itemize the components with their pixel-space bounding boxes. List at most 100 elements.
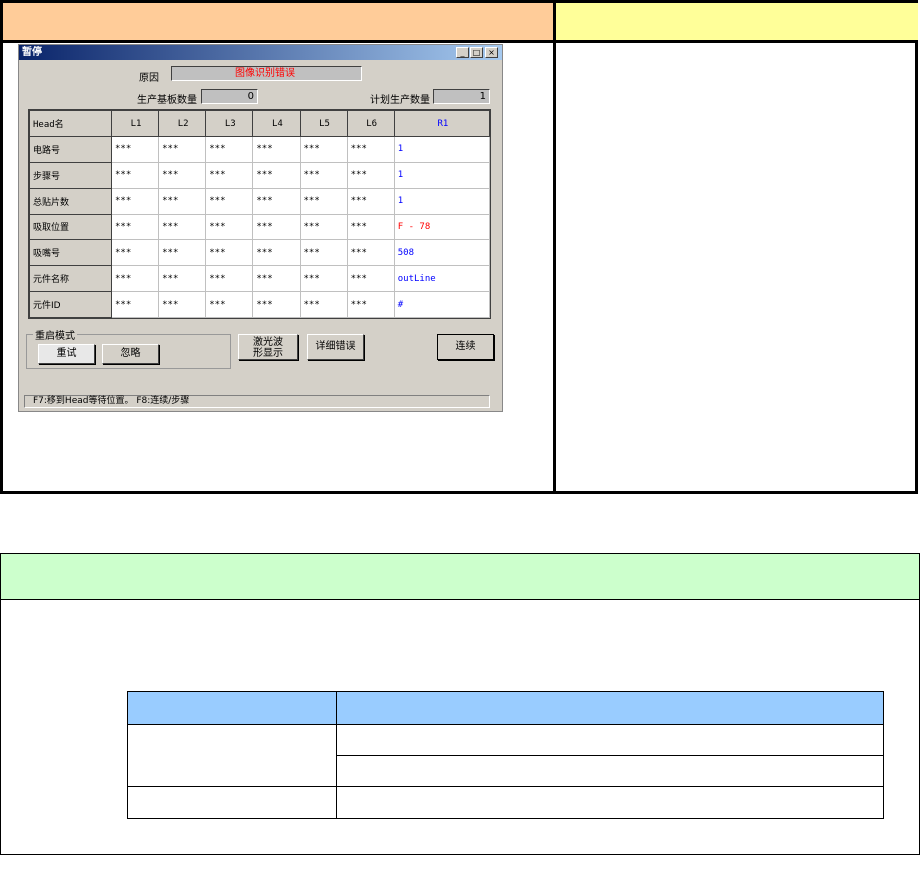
grid-cell: 1 (393, 161, 491, 189)
inner-cell (336, 786, 884, 819)
grid-cell: *** (110, 213, 160, 241)
grid-cell: *** (110, 291, 160, 318)
planned-field: 1 (433, 89, 490, 104)
row-label: 吸嘴号 (29, 239, 112, 267)
grid-cell: *** (110, 136, 160, 163)
grid-cell: *** (346, 161, 395, 189)
column-header: L4 (252, 110, 301, 137)
grid-cell: *** (158, 187, 207, 215)
grid-cell: *** (346, 213, 395, 241)
grid-cell: *** (205, 239, 254, 267)
grid-cell: *** (158, 291, 207, 318)
planned-label: 计划生产数量 (370, 95, 430, 106)
inner-cell (336, 724, 884, 756)
header-left (3, 3, 556, 43)
grid-cell: *** (158, 239, 207, 267)
grid-cell: *** (299, 161, 348, 189)
grid-cell: *** (252, 161, 301, 189)
inner-header-cell (127, 691, 337, 725)
grid-cell: 508 (393, 239, 491, 267)
inner-table (127, 691, 884, 819)
inner-cell (127, 786, 337, 819)
header-right (556, 3, 918, 43)
section-header (1, 554, 919, 600)
minimize-button[interactable]: _ (456, 47, 469, 58)
inner-cell (127, 724, 337, 787)
grid-cell: *** (205, 213, 254, 241)
status-bar: F7:移到Head等待位置。 F8:连续/步骤 (24, 395, 490, 408)
grid-cell: 1 (393, 136, 491, 163)
row-label: 元件ID (29, 291, 112, 318)
column-header: L5 (299, 110, 348, 137)
table-row: 元件ID *** *** *** *** *** *** # (29, 291, 491, 318)
table-row: 步骤号 *** *** *** *** *** *** 1 (29, 161, 491, 189)
grid-cell: outLine (393, 265, 491, 293)
maximize-button[interactable]: □ (470, 47, 483, 58)
grid-cell: *** (158, 213, 207, 241)
table-row: 吸嘴号 *** *** *** *** *** *** 508 (29, 239, 491, 267)
restart-mode-label: 重启模式 (33, 327, 77, 342)
column-header: L3 (205, 110, 254, 137)
table-row: 元件名称 *** *** *** *** *** *** outLine (29, 265, 491, 293)
grid-cell: *** (299, 291, 348, 318)
grid-cell: F - 78 (393, 213, 491, 241)
table-row: 电路号 *** *** *** *** *** *** 1 (29, 136, 491, 163)
inner-header-cell (336, 691, 884, 725)
pause-dialog: 暂停 _ □ × 原因 图像识别错误 生产基板数量 0 计划生产数量 1 Hea… (18, 44, 503, 412)
head-grid: Head名 L1 L2 L3 L4 L5 L6 R1 电路号 *** *** *** *** *** ***… (28, 109, 491, 319)
close-button[interactable]: × (485, 47, 498, 58)
grid-cell: *** (205, 265, 254, 293)
grid-cell: *** (158, 161, 207, 189)
row-label: 吸取位置 (29, 213, 112, 241)
laser-waveform-button[interactable]: 激光波形显示 (238, 334, 298, 360)
column-header: Head名 (29, 110, 112, 137)
grid-cell: *** (110, 265, 160, 293)
grid-cell: *** (346, 239, 395, 267)
detail-error-button[interactable]: 详细错误 (307, 334, 364, 360)
column-header: L6 (346, 110, 395, 137)
grid-cell: *** (299, 136, 348, 163)
grid-cell: *** (252, 265, 301, 293)
row-label: 步骤号 (29, 161, 112, 189)
grid-cell: *** (346, 291, 395, 318)
grid-cell: *** (252, 291, 301, 318)
grid-cell: *** (252, 136, 301, 163)
row-label: 元件名称 (29, 265, 112, 293)
dialog-title: 暂停 (19, 45, 502, 60)
grid-cell: *** (110, 187, 160, 215)
row-label: 总贴片数 (29, 187, 112, 215)
column-divider (553, 40, 556, 494)
table-row: 吸取位置 *** *** *** *** *** *** F - 78 (29, 213, 491, 241)
retry-button[interactable]: 重试 (38, 344, 95, 364)
grid-cell: *** (299, 187, 348, 215)
table-row: 总贴片数 *** *** *** *** *** *** 1 (29, 187, 491, 215)
grid-cell: *** (346, 136, 395, 163)
grid-cell: *** (346, 187, 395, 215)
grid-cell: *** (252, 213, 301, 241)
column-header: R1 (393, 110, 491, 137)
grid-cell: *** (252, 187, 301, 215)
inner-cell (336, 755, 884, 787)
grid-cell: *** (158, 136, 207, 163)
column-header: L2 (158, 110, 207, 137)
ignore-button[interactable]: 忽略 (102, 344, 159, 364)
grid-cell: *** (299, 239, 348, 267)
reason-field: 图像识别错误 (171, 66, 362, 81)
grid-cell: *** (252, 239, 301, 267)
produced-label: 生产基板数量 (137, 95, 197, 106)
row-label: 电路号 (29, 136, 112, 163)
reason-label: 原因 (139, 73, 159, 84)
grid-cell: *** (205, 161, 254, 189)
grid-cell: *** (346, 265, 395, 293)
grid-cell: *** (299, 213, 348, 241)
restart-mode-group: 重启模式 重试 忽略 (26, 327, 231, 369)
column-header: L1 (110, 110, 160, 137)
grid-cell: *** (158, 265, 207, 293)
grid-cell: *** (110, 161, 160, 189)
continue-button[interactable]: 连续 (437, 334, 494, 360)
grid-cell: *** (299, 265, 348, 293)
grid-cell: *** (110, 239, 160, 267)
grid-cell: *** (205, 291, 254, 318)
grid-cell: *** (205, 187, 254, 215)
produced-field: 0 (201, 89, 258, 104)
